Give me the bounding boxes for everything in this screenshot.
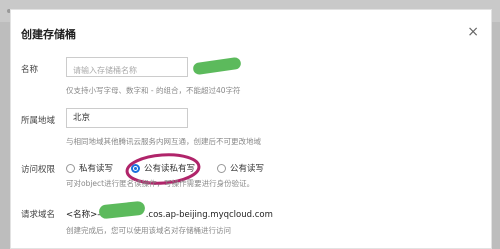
- dialog-title: 创建存储桶: [21, 28, 76, 41]
- domain-hint: 创建完成后，您可以使用该域名对存储桶进行访问: [66, 226, 231, 235]
- name-label: 名称: [21, 65, 39, 75]
- radio-private-rw[interactable]: 私有读写: [66, 162, 113, 174]
- close-icon[interactable]: ×: [467, 24, 479, 40]
- region-select[interactable]: 北京: [66, 108, 188, 128]
- redaction-scribble: [192, 56, 242, 76]
- request-domain: <名称>- .cos.ap-beijing.myqcloud.com: [66, 208, 273, 220]
- region-value: 北京: [73, 113, 91, 123]
- region-label: 所属地域: [21, 116, 56, 126]
- radio-circle-icon: [66, 163, 75, 173]
- bucket-name-input[interactable]: [67, 61, 187, 80]
- region-hint: 与相同地域其他腾讯云服务内网互通，创建后不可更改地域: [66, 137, 261, 146]
- bucket-name-field[interactable]: [66, 57, 188, 80]
- radio-circle-icon: [217, 163, 226, 173]
- domain-suffix: .cos.ap-beijing.myqcloud.com: [145, 210, 273, 220]
- radio-label: 私有读写: [79, 164, 114, 174]
- radio-public-rw[interactable]: 公有读写: [217, 162, 264, 174]
- access-label: 访问权限: [21, 165, 56, 175]
- domain-prefix: <名称>-: [66, 210, 101, 220]
- name-hint: 仅支持小写字母、数字和 - 的组合，不能超过40字符: [66, 86, 241, 95]
- domain-label: 请求域名: [21, 210, 56, 220]
- create-bucket-dialog: 创建存储桶 × 名称 仅支持小写字母、数字和 - 的组合，不能超过40字符 所属…: [10, 9, 492, 249]
- radio-label: 公有读写: [230, 164, 265, 174]
- access-hint: 可对object进行匿名读操作，写操作需要进行身份验证。: [66, 179, 255, 188]
